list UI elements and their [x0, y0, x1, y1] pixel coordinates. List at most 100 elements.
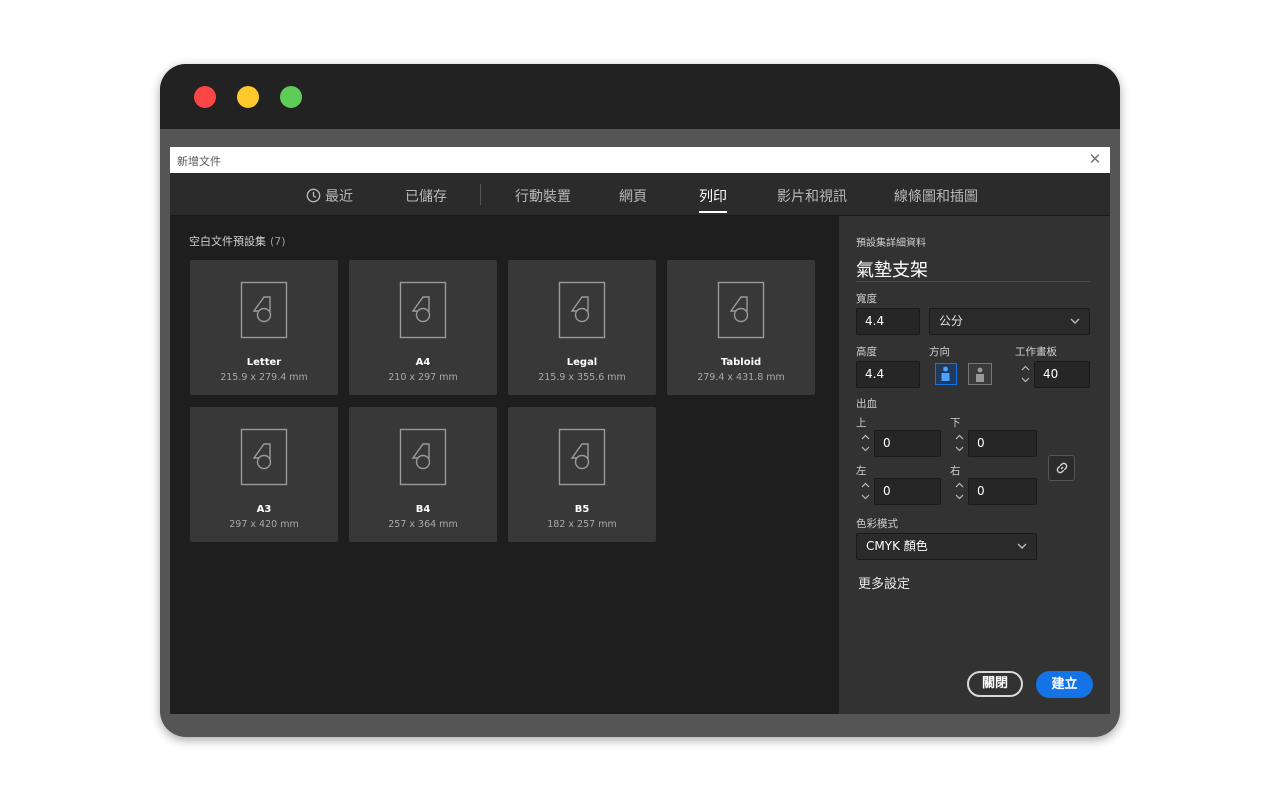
preset-size: 297 x 420 mm	[229, 519, 299, 530]
document-preset-icon	[717, 281, 765, 339]
tab-art-illustration[interactable]: 線條圖和插圖	[894, 186, 978, 206]
bleed-right-input[interactable]: 0	[968, 478, 1037, 505]
bleed-top-label: 上	[856, 417, 867, 429]
orientation-label: 方向	[929, 346, 950, 358]
tab-recent[interactable]: 最近	[306, 186, 353, 206]
landscape-person-icon	[976, 367, 984, 382]
preset-card-a3[interactable]: A3 297 x 420 mm	[190, 407, 338, 542]
preset-size: 215.9 x 279.4 mm	[220, 372, 308, 383]
window-minimize-button[interactable]	[237, 86, 259, 108]
dialog-titlebar: 新增文件 ✕	[170, 147, 1110, 173]
color-mode-label: 色彩模式	[856, 518, 898, 530]
more-settings-link[interactable]: 更多設定	[858, 573, 910, 592]
bleed-left-label: 左	[856, 465, 867, 477]
bleed-bottom-stepper[interactable]: 0	[950, 430, 1037, 457]
tab-web[interactable]: 網頁	[619, 186, 647, 206]
color-mode-select[interactable]: CMYK 顏色	[856, 533, 1037, 560]
bleed-label: 出血	[856, 398, 877, 410]
bleed-left-input[interactable]: 0	[874, 478, 941, 505]
close-button[interactable]: 關閉	[967, 671, 1023, 697]
chevron-down-icon	[1070, 318, 1080, 324]
preset-name: Letter	[246, 357, 282, 368]
document-preset-icon	[240, 281, 288, 339]
preset-name: A3	[256, 504, 272, 515]
stepper-arrows-icon	[955, 434, 963, 452]
height-label: 高度	[856, 346, 877, 358]
portrait-person-icon	[941, 366, 950, 381]
chain-link-icon	[1056, 462, 1068, 474]
tab-film-video[interactable]: 影片和視訊	[777, 186, 847, 206]
presets-panel: 空白文件預設集 (7) Letter 215.9 x 279.4 mm A4 2…	[170, 216, 838, 714]
preset-details-panel: 預設集詳細資料 氣墊支架 寬度 4.4 公分 高度 4.4 方向 工作畫板 40…	[839, 216, 1110, 714]
preset-name: Legal	[566, 357, 598, 368]
width-input[interactable]: 4.4	[856, 308, 920, 335]
stepper-arrows-icon	[1021, 365, 1029, 383]
width-label: 寬度	[856, 293, 877, 305]
preset-name: B5	[574, 504, 590, 515]
presets-count: (7)	[270, 235, 286, 248]
dialog-title: 新增文件	[177, 155, 221, 168]
stepper-arrows[interactable]	[950, 430, 968, 457]
preset-name-field[interactable]: 氣墊支架	[856, 256, 928, 282]
tab-mobile[interactable]: 行動裝置	[515, 186, 571, 206]
landscape-orientation-button[interactable]	[968, 363, 992, 385]
preset-card-a4[interactable]: A4 210 x 297 mm	[349, 260, 497, 395]
details-section-label: 預設集詳細資料	[856, 238, 926, 249]
document-preset-icon	[558, 428, 606, 486]
tab-print[interactable]: 列印	[699, 186, 727, 213]
preset-size: 182 x 257 mm	[547, 519, 617, 530]
bleed-left-stepper[interactable]: 0	[856, 478, 941, 505]
stepper-arrows[interactable]	[856, 478, 874, 505]
document-preset-icon	[399, 281, 447, 339]
preset-card-b5[interactable]: B5 182 x 257 mm	[508, 407, 656, 542]
preset-size: 257 x 364 mm	[388, 519, 458, 530]
unit-select-value: 公分	[939, 314, 964, 328]
artboards-stepper[interactable]: 40	[1016, 361, 1090, 388]
preset-card-b4[interactable]: B4 257 x 364 mm	[349, 407, 497, 542]
bleed-top-stepper[interactable]: 0	[856, 430, 941, 457]
preset-name: A4	[415, 357, 431, 368]
unit-select[interactable]: 公分	[929, 308, 1090, 335]
stepper-arrows[interactable]	[1016, 361, 1034, 388]
window-zoom-button[interactable]	[280, 86, 302, 108]
artboards-input[interactable]: 40	[1034, 361, 1090, 388]
frame-titlebar	[160, 64, 1120, 129]
document-preset-icon	[240, 428, 288, 486]
bleed-top-input[interactable]: 0	[874, 430, 941, 457]
color-mode-value: CMYK 顏色	[866, 539, 928, 553]
link-bleed-button[interactable]	[1048, 455, 1075, 481]
stepper-arrows-icon	[955, 482, 963, 500]
create-button[interactable]: 建立	[1036, 671, 1093, 698]
stepper-arrows[interactable]	[856, 430, 874, 457]
portrait-orientation-button[interactable]	[935, 363, 957, 385]
tab-divider	[480, 184, 481, 205]
preset-name-underline	[856, 281, 1090, 282]
preset-card-legal[interactable]: Legal 215.9 x 355.6 mm	[508, 260, 656, 395]
bleed-right-label: 右	[950, 465, 961, 477]
presets-heading: 空白文件預設集 (7)	[189, 233, 286, 249]
bleed-bottom-label: 下	[950, 417, 961, 429]
bleed-bottom-input[interactable]: 0	[968, 430, 1037, 457]
clock-icon	[306, 188, 321, 203]
presets-heading-label: 空白文件預設集	[189, 235, 266, 248]
artboards-label: 工作畫板	[1015, 346, 1057, 358]
bleed-right-stepper[interactable]: 0	[950, 478, 1037, 505]
document-preset-icon	[399, 428, 447, 486]
stepper-arrows[interactable]	[950, 478, 968, 505]
tab-saved[interactable]: 已儲存	[405, 186, 447, 206]
close-icon[interactable]: ✕	[1086, 150, 1104, 168]
preset-card-letter[interactable]: Letter 215.9 x 279.4 mm	[190, 260, 338, 395]
preset-name: Tabloid	[720, 357, 762, 368]
chevron-down-icon	[1017, 543, 1027, 549]
document-preset-icon	[558, 281, 606, 339]
preset-name: B4	[415, 504, 431, 515]
preset-card-tabloid[interactable]: Tabloid 279.4 x 431.8 mm	[667, 260, 815, 395]
height-input[interactable]: 4.4	[856, 361, 920, 388]
window-close-button[interactable]	[194, 86, 216, 108]
tab-recent-label: 最近	[325, 189, 353, 205]
stepper-arrows-icon	[861, 434, 869, 452]
preset-size: 210 x 297 mm	[388, 372, 458, 383]
stepper-arrows-icon	[861, 482, 869, 500]
app-frame: 新增文件 ✕ 最近 已儲存 行動裝置 網頁 列印 影片和視訊 線條圖和插圖 空白…	[160, 64, 1120, 737]
preset-size: 279.4 x 431.8 mm	[697, 372, 785, 383]
